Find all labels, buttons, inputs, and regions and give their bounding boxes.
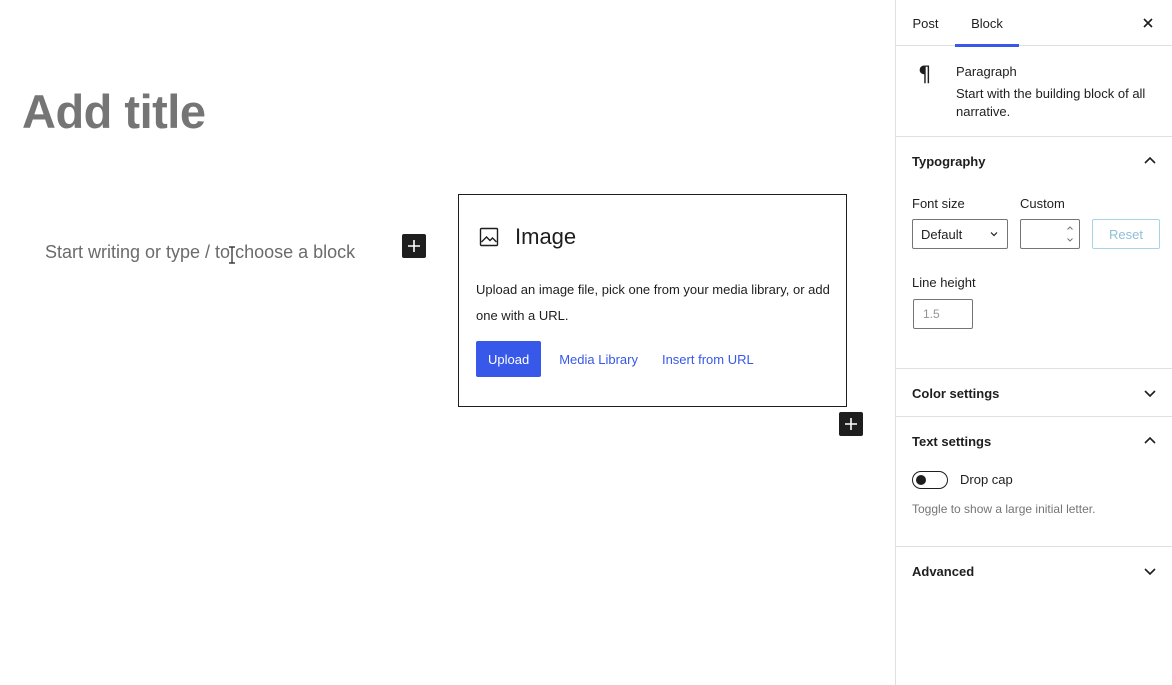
image-block-actions: Upload Media Library Insert from URL [476,341,754,377]
tab-post[interactable]: Post [896,0,955,46]
text-settings-panel: Text settings Drop cap Toggle to show a … [896,417,1172,547]
tab-block[interactable]: Block [955,0,1019,47]
paragraph-block[interactable]: Start writing or type / to choose a bloc… [45,240,355,264]
advanced-title: Advanced [912,563,975,579]
line-height-label: Line height [912,275,976,290]
insert-from-url-button[interactable]: Insert from URL [662,341,754,377]
reset-font-size-button[interactable]: Reset [1092,219,1160,249]
typography-panel: Typography Font size Custom Default Rese… [896,137,1172,369]
app: Add title Start writing or type / to cho… [0,0,1172,685]
text-settings-title: Text settings [912,433,992,449]
image-block-title: Image [515,224,577,249]
image-icon [477,225,501,249]
image-block-placeholder[interactable]: Image Upload an image file, pick one fro… [458,194,847,407]
block-inserter-button[interactable] [402,234,426,258]
editor-canvas: Add title Start writing or type / to cho… [0,0,895,685]
drop-cap-help-text: Toggle to show a large initial letter. [912,502,1096,516]
block-inserter-button-2[interactable] [839,412,863,436]
advanced-panel: Advanced [896,547,1172,595]
block-card: ¶ Paragraph Start with the building bloc… [896,46,1172,137]
custom-size-label: Custom [1020,196,1065,211]
image-block-description: Upload an image file, pick one from your… [476,282,830,323]
plus-icon [408,240,420,252]
paragraph-icon: ¶ [918,62,932,86]
color-settings-panel: Color settings [896,369,1172,417]
line-height-input[interactable]: 1.5 [913,299,973,329]
advanced-panel-toggle[interactable]: Advanced [896,547,1172,595]
chevron-up-icon [1144,436,1156,444]
chevron-down-icon [1144,390,1156,398]
chevron-up-icon [1144,156,1156,164]
chevron-down-icon [990,232,998,237]
spin-up-icon[interactable] [1065,223,1075,233]
toggle-knob [916,475,926,485]
typography-panel-toggle[interactable]: Typography [896,137,1172,185]
media-library-button[interactable]: Media Library [559,341,638,377]
upload-button[interactable]: Upload [476,341,542,377]
post-title-input[interactable]: Add title [22,84,206,140]
typography-panel-title: Typography [912,153,986,169]
line-height-placeholder: 1.5 [923,307,940,321]
font-size-label: Font size [912,196,965,211]
settings-sidebar: Post Block ¶ Paragraph Start with the bu… [895,0,1172,685]
chevron-down-icon [1144,568,1156,576]
font-size-value: Default [921,226,963,242]
font-size-select[interactable]: Default [912,219,1008,249]
image-block-header: Image [477,223,576,251]
block-card-description: Start with the building block of all nar… [956,86,1146,119]
drop-cap-toggle[interactable] [912,471,948,489]
text-cursor-icon [229,246,235,264]
custom-font-size-input[interactable] [1020,219,1080,249]
text-settings-panel-toggle[interactable]: Text settings [896,417,1172,465]
color-settings-panel-toggle[interactable]: Color settings [896,369,1172,417]
block-card-title: Paragraph [956,64,1017,79]
drop-cap-label: Drop cap [960,472,1013,487]
plus-icon [845,418,857,430]
close-sidebar-button[interactable] [1136,11,1160,35]
sidebar-tabs: Post Block [896,0,1172,47]
close-icon [1143,18,1153,28]
color-settings-title: Color settings [912,385,1000,401]
spin-down-icon[interactable] [1065,235,1075,245]
